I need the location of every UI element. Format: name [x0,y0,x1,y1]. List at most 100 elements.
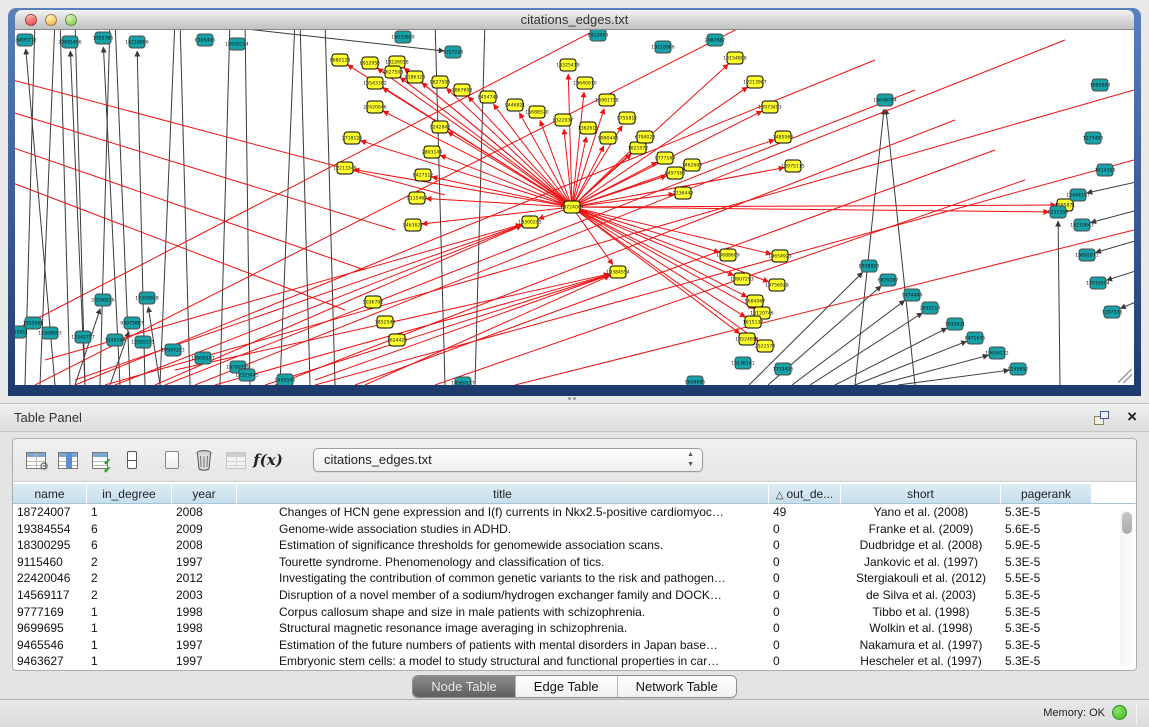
table-cell[interactable]: Tibbo et al. (1998) [841,604,1001,621]
network-node[interactable]: 1277403 [1083,132,1104,144]
network-node[interactable]: 1107533 [1102,306,1123,318]
network-node[interactable]: 12213987 [743,76,766,88]
network-node[interactable]: 18524851 [735,333,758,345]
network-node[interactable]: 16648784 [873,94,896,106]
table-row[interactable]: 1872400712008Changes of HCN gene express… [13,504,1136,521]
table-cell[interactable]: 9699695 [13,620,87,637]
network-node[interactable]: 6497568 [665,167,686,179]
network-node[interactable]: 1821072 [628,142,649,154]
network-node[interactable]: 16033809 [391,31,414,43]
table-row[interactable]: 1456911722003Disruption of a novel membe… [13,587,1136,604]
canvas-resize-grip[interactable] [1118,369,1132,383]
table-cell[interactable]: 22420046 [13,570,87,587]
table-cell[interactable]: Wolkin et al. (1998) [841,620,1001,637]
table-cell[interactable]: 5.3E-5 [1001,554,1092,571]
network-node[interactable]: 9115460 [407,192,428,204]
network-node[interactable]: 6879197 [878,274,899,286]
network-node[interactable]: 3915911 [15,326,28,338]
table-cell[interactable]: 1998 [172,620,237,637]
network-node[interactable]: 10973493 [758,101,781,113]
network-node[interactable]: 20691406 [58,36,81,48]
network-node[interactable]: 18325419 [556,59,579,71]
network-node[interactable]: 7852540 [375,316,396,328]
table-cell[interactable]: Genome-wide association studies in ADHD. [237,521,769,538]
network-node[interactable]: 17359928 [135,292,158,304]
table-cell[interactable]: Estimation of significance thresholds fo… [237,537,769,554]
zoom-window-icon[interactable] [65,14,77,26]
network-node[interactable]: 16958107 [191,352,214,364]
table-cell[interactable]: 9465546 [13,637,87,654]
network-node[interactable]: 10654112 [985,347,1008,359]
network-node[interactable]: 8471676 [965,332,986,344]
network-node[interactable]: 8322037 [553,114,574,126]
table-cell[interactable]: 9115460 [13,554,87,571]
network-node[interactable]: 9777169 [655,152,676,164]
column-header-name[interactable]: name [13,483,87,504]
float-window-icon[interactable] [1094,411,1109,425]
table-cell[interactable]: 2012 [172,570,237,587]
table-cell[interactable]: 5.3E-5 [1001,620,1092,637]
table-cell[interactable]: 1997 [172,637,237,654]
network-node[interactable]: 8105406 [195,34,216,46]
network-node[interactable]: 9755812 [617,112,638,124]
table-cell[interactable]: 5.5E-5 [1001,570,1092,587]
table-row[interactable]: 1830029562008Estimation of significance … [13,537,1136,554]
network-node[interactable]: 8912955 [360,57,381,69]
select-columns-icon[interactable] [53,445,83,475]
network-node[interactable]: 9827508 [430,76,451,88]
table-cell[interactable]: Franke et al. (2009) [841,521,1001,538]
table-select-dropdown[interactable]: citations_edges.txt ▲▼ [313,448,703,472]
tab-network-table[interactable]: Network Table [618,676,736,697]
network-node[interactable]: 9465546 [275,374,296,385]
table-cell[interactable]: 9777169 [13,604,87,621]
scrollbar-thumb[interactable] [1122,512,1132,534]
table-cell[interactable]: 1997 [172,653,237,670]
table-cell[interactable]: Investigating the contribution of common… [237,570,769,587]
table-cell[interactable]: Changes of HCN gene expression and I(f) … [237,504,769,521]
close-window-icon[interactable] [25,14,37,26]
network-node[interactable]: 7632621 [945,318,966,330]
tab-node-table[interactable]: Node Table [413,676,516,697]
column-header-pagerank[interactable]: pagerank [1001,483,1092,504]
network-node[interactable]: 9463627 [403,219,424,231]
network-node[interactable]: 9036702 [363,296,384,308]
column-header-short[interactable]: short [841,483,1001,504]
network-node[interactable]: 17957253 [161,344,184,356]
table-row[interactable]: 969969511998Structural magnetic resonanc… [13,620,1136,637]
network-node[interactable]: 17016504 [1086,277,1109,289]
table-cell[interactable]: 49 [769,504,841,521]
table-cell[interactable]: 14569117 [13,587,87,604]
network-node-hub[interactable]: 18724007 [560,201,583,213]
function-builder-icon[interactable]: f(x) [253,445,283,475]
network-node[interactable]: 8454749 [478,91,499,103]
table-cell[interactable]: 2008 [172,504,237,521]
network-node[interactable]: 9627508 [383,66,404,78]
table-cell[interactable]: Hescheler et al. (1997) [841,653,1001,670]
network-node[interactable]: 2136449 [673,187,694,199]
table-cell[interactable]: 2009 [172,521,237,538]
table-cell[interactable]: 0 [769,537,841,554]
table-cell[interactable]: 2 [87,570,172,587]
table-row[interactable]: 2242004622012Investigating the contribut… [13,570,1136,587]
network-node[interactable]: 8660123 [330,54,351,66]
network-node[interactable]: 8938923 [859,260,880,272]
table-cell[interactable]: 18300295 [13,537,87,554]
network-node[interactable]: 9474444 [902,289,923,301]
table-cell[interactable]: 0 [769,653,841,670]
network-node[interactable]: 18640910 [573,77,596,89]
network-node[interactable]: 20206536 [91,294,114,306]
network-node[interactable]: 16543382 [363,77,386,89]
table-cell[interactable]: Embryonic stem cells: a model to study s… [237,653,769,670]
network-node[interactable]: 1362615 [578,122,599,134]
network-node[interactable]: 8813054 [588,30,609,41]
network-node[interactable]: 2522574 [755,340,776,352]
network-node[interactable]: 12342757 [71,331,94,343]
network-node[interactable]: 8427512 [413,169,434,181]
network-node[interactable]: 11568693 [38,327,61,339]
delete-trash-icon[interactable] [189,445,219,475]
table-row[interactable]: 946554611997Estimation of the future num… [13,637,1136,654]
table-cell[interactable]: 18724007 [13,504,87,521]
column-header-title[interactable]: title [237,483,769,504]
table-cell[interactable]: 2 [87,554,172,571]
network-node[interactable]: 1615132 [743,316,764,328]
